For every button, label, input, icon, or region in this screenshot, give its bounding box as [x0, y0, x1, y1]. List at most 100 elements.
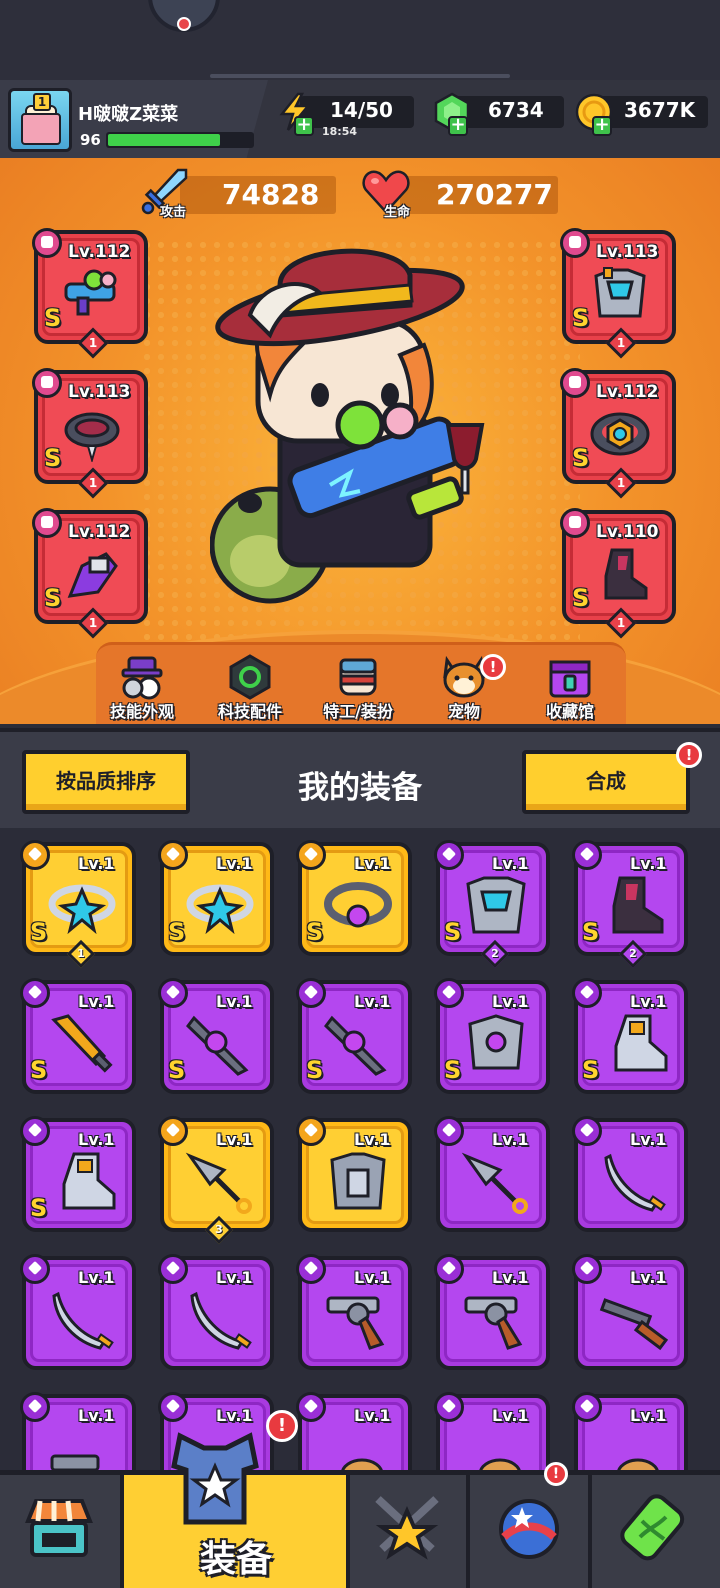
hero-menu-label: 收藏馆: [545, 702, 594, 721]
item-level: Lv.1: [78, 854, 115, 873]
gauntlet-icon: [67, 552, 118, 598]
void-blade-icon: [186, 1015, 249, 1076]
energy-plus-button[interactable]: +: [294, 116, 314, 136]
nav-lab[interactable]: [592, 1475, 720, 1588]
inventory-item[interactable]: Lv.1 S: [572, 978, 688, 1094]
equipped-boots-slot[interactable]: Lv.110 S 1: [560, 508, 676, 639]
grade-label: S: [44, 584, 62, 612]
item-grade: S: [306, 1056, 324, 1084]
inventory-item[interactable]: Lv.1 S 1: [20, 840, 136, 969]
item-type-badge: [158, 978, 188, 1008]
item-level: Lv.1: [630, 1268, 667, 1287]
agent-outfit-button[interactable]: 特工/装扮: [308, 650, 408, 722]
inventory-item[interactable]: Lv.1: [296, 1254, 412, 1370]
item-level: Lv.1: [216, 1406, 253, 1425]
inventory-item[interactable]: Lv.1 S: [158, 840, 274, 956]
inventory-item[interactable]: Lv.1: [434, 1116, 550, 1232]
item-level: Lv.1: [492, 1130, 529, 1149]
item-type-badge: [434, 840, 464, 870]
kunai-icon: [461, 1152, 528, 1214]
item-level: Lv.1: [78, 1406, 115, 1425]
equip-armor-icon: [171, 1432, 259, 1525]
avatar-rank: 1: [33, 93, 51, 111]
gems-plus-button[interactable]: +: [448, 116, 468, 136]
item-level: Lv.1: [492, 854, 529, 873]
item-type-badge: [296, 1116, 326, 1146]
hat-ball-icon: [121, 656, 163, 700]
shotgun-icon: [599, 1298, 669, 1351]
equipped-gloves-slot[interactable]: Lv.112 S 1: [32, 508, 148, 639]
attack-label: 攻击: [160, 205, 187, 220]
item-grade: S: [168, 918, 186, 946]
inventory-item[interactable]: Lv.1 3: [158, 1116, 274, 1245]
inventory-item[interactable]: Lv.1: [296, 1116, 412, 1232]
item-type-badge: [158, 840, 188, 870]
inventory-item[interactable]: Lv.1: [20, 1254, 136, 1370]
nav-events[interactable]: [470, 1475, 592, 1588]
equip-level: Lv.113: [596, 242, 659, 262]
merge-alert-badge: !: [676, 742, 702, 768]
inventory-item[interactable]: Lv.1 S: [296, 840, 412, 956]
item-level: Lv.1: [630, 1130, 667, 1149]
item-type-badge: [434, 1392, 464, 1422]
item-level: Lv.1: [216, 854, 253, 873]
scimitar-icon: [190, 1291, 252, 1350]
tech-parts-button[interactable]: 科技配件: [200, 650, 300, 722]
inventory-item[interactable]: Lv.1 S: [434, 978, 550, 1094]
item-type-badge: [572, 978, 602, 1008]
item-level: Lv.1: [78, 1130, 115, 1149]
inventory-item[interactable]: Lv.1: [434, 1254, 550, 1370]
equipped-armor-slot[interactable]: Lv.113 S 1: [560, 228, 676, 359]
inventory-item[interactable]: Lv.1 S: [296, 978, 412, 1094]
nav-battle[interactable]: [350, 1475, 470, 1588]
item-level: Lv.1: [630, 854, 667, 873]
exp-bar-fill: [108, 134, 220, 146]
equipped-necklace-slot[interactable]: Lv.113 S 1: [32, 368, 148, 499]
merge-button[interactable]: 合成: [522, 750, 690, 814]
hero-character[interactable]: [210, 245, 510, 625]
item-type-badge: [158, 1392, 188, 1422]
item-level: Lv.1: [630, 992, 667, 1011]
grade-label: S: [44, 304, 62, 332]
inventory-item[interactable]: Lv.1 S: [158, 978, 274, 1094]
item-level: Lv.1: [354, 1130, 391, 1149]
mech-boots-icon: [614, 1014, 668, 1072]
revolver-icon: [464, 1296, 523, 1350]
hero-menu-label: 科技配件: [217, 702, 282, 721]
item-type-badge: [20, 1392, 50, 1422]
player-level: 96: [80, 131, 101, 149]
exp-bar: [106, 132, 254, 148]
necklace-type-badge: [32, 368, 62, 398]
coins-plus-button[interactable]: +: [592, 116, 612, 136]
avatar[interactable]: 1: [8, 88, 72, 152]
item-grade: S: [582, 1056, 600, 1084]
equipped-belt-slot[interactable]: Lv.112 S 1: [560, 368, 676, 499]
sort-by-quality-button[interactable]: 按品质排序: [22, 750, 190, 814]
skill-skin-button[interactable]: 技能外观: [92, 650, 192, 722]
energy-value: 14/50: [330, 98, 393, 122]
item-level: Lv.1: [492, 992, 529, 1011]
item-level: Lv.1: [78, 992, 115, 1011]
boots-icon: [604, 548, 648, 600]
nav-shop[interactable]: [0, 1475, 124, 1588]
item-grade: S: [30, 1194, 48, 1222]
inventory-item[interactable]: Lv.1: [158, 1254, 274, 1370]
inventory-item[interactable]: Lv.1 S: [20, 978, 136, 1094]
item-type-badge: [20, 840, 50, 870]
equip-alert-badge: !: [266, 1410, 298, 1442]
inventory-item[interactable]: Lv.1 S 2: [572, 840, 688, 969]
item-level: Lv.1: [216, 1130, 253, 1149]
collection-button[interactable]: 收藏馆: [520, 650, 620, 722]
shop-stall-icon: [25, 1499, 93, 1557]
star-ring-icon: [48, 884, 116, 935]
item-grade: S: [306, 918, 324, 946]
inventory-item[interactable]: Lv.1 S 2: [434, 840, 550, 969]
inventory-item[interactable]: Lv.1 S: [20, 1116, 136, 1232]
inventory-item[interactable]: Lv.1: [572, 1116, 688, 1232]
inventory-item[interactable]: Lv.1: [572, 1254, 688, 1370]
equipped-weapon-slot[interactable]: Lv.112 S 1: [32, 228, 148, 359]
hero-menu-label: 特工/装扮: [323, 702, 393, 721]
item-type-badge: [20, 1116, 50, 1146]
crossed-swords-star-icon: [375, 1496, 439, 1560]
item-level: Lv.1: [630, 1406, 667, 1425]
